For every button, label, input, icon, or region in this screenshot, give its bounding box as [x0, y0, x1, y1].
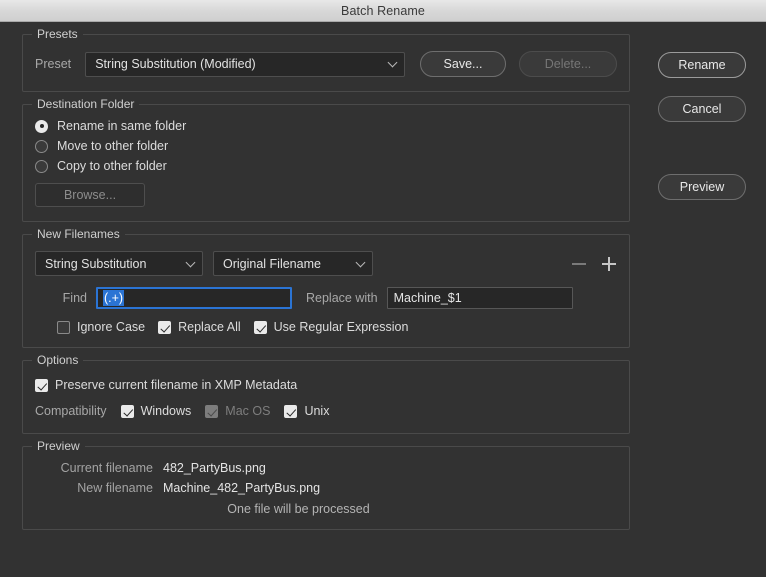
rule-type-value: String Substitution	[45, 256, 147, 271]
window-title: Batch Rename	[341, 3, 425, 18]
options-group-title: Options	[32, 353, 84, 367]
chevron-down-icon	[387, 57, 398, 68]
checkbox-label: Mac OS	[225, 404, 271, 418]
settings-column: Presets Preset String Substitution (Modi…	[22, 27, 630, 530]
window-titlebar: Batch Rename	[0, 0, 766, 22]
find-input[interactable]: (.+)	[96, 287, 292, 309]
checkbox-label: Preserve current filename in XMP Metadat…	[55, 378, 298, 392]
checkbox-indicator	[35, 378, 48, 392]
find-replace-row: Find (.+) Replace with Machine_$1	[35, 287, 617, 309]
checkbox-replace-all[interactable]: Replace All	[158, 320, 241, 334]
browse-button-label: Browse...	[63, 188, 117, 202]
destination-folder-group-title: Destination Folder	[32, 97, 140, 111]
options-group: Options Preserve current filename in XMP…	[22, 353, 630, 434]
checkbox-indicator	[253, 320, 267, 334]
preview-new-filename-label: New filename	[77, 481, 153, 495]
find-replace-options-row: Ignore Case Replace All Use Regular Expr…	[35, 320, 617, 334]
checkbox-indicator	[284, 404, 298, 418]
checkbox-use-regular-expression[interactable]: Use Regular Expression	[253, 320, 409, 334]
radio-indicator	[35, 119, 48, 133]
find-label: Find	[62, 291, 87, 305]
compatibility-label: Compatibility	[35, 404, 107, 418]
destination-folder-group: Destination Folder Rename in same folder…	[22, 97, 630, 222]
preview-group: Preview Current filename 482_PartyBus.pn…	[22, 439, 630, 530]
checkbox-compat-macos: Mac OS	[205, 404, 270, 418]
cancel-button[interactable]: Cancel	[658, 96, 746, 122]
preview-new-filename-row: New filename Machine_482_PartyBus.png	[35, 481, 617, 495]
radio-label: Move to other folder	[57, 139, 169, 153]
preview-group-title: Preview	[32, 439, 85, 453]
checkbox-preserve-filename-xmp[interactable]: Preserve current filename in XMP Metadat…	[35, 378, 297, 392]
radio-move-to-other-folder[interactable]: Move to other folder	[35, 139, 617, 153]
preview-current-filename-label: Current filename	[60, 461, 153, 475]
preview-file-count-note: One file will be processed	[227, 502, 370, 516]
checkbox-label: Windows	[140, 404, 192, 418]
preview-new-filename-value: Machine_482_PartyBus.png	[163, 481, 321, 495]
presets-group: Presets Preset String Substitution (Modi…	[22, 27, 630, 92]
preview-current-filename-row: Current filename 482_PartyBus.png	[35, 461, 617, 475]
batch-rename-dialog: Presets Preset String Substitution (Modi…	[0, 22, 766, 577]
checkbox-label: Replace All	[178, 320, 241, 334]
rename-button-label: Rename	[678, 58, 726, 72]
delete-preset-label: Delete...	[544, 57, 592, 71]
new-filenames-group-title: New Filenames	[32, 227, 125, 241]
chevron-down-icon	[355, 257, 366, 267]
rule-source-select[interactable]: Original Filename	[213, 251, 373, 276]
radio-rename-in-same-folder[interactable]: Rename in same folder	[35, 119, 617, 133]
rule-source-value: Original Filename	[223, 256, 321, 271]
new-filename-rule-row: String Substitution Original Filename	[35, 251, 617, 276]
preset-label: Preset	[35, 57, 72, 71]
preset-select[interactable]: String Substitution (Modified)	[85, 51, 405, 77]
preview-button[interactable]: Preview	[658, 174, 746, 200]
checkbox-ignore-case[interactable]: Ignore Case	[57, 320, 145, 334]
radio-copy-to-other-folder[interactable]: Copy to other folder	[35, 159, 617, 173]
compatibility-row: Compatibility Windows Mac OS Unix	[35, 404, 617, 418]
minus-icon[interactable]	[571, 256, 587, 272]
rule-type-select[interactable]: String Substitution	[35, 251, 203, 276]
replace-with-input[interactable]: Machine_$1	[386, 287, 573, 309]
replace-with-label: Replace with	[306, 291, 378, 305]
checkbox-label: Unix	[304, 404, 330, 418]
radio-label: Copy to other folder	[57, 159, 167, 173]
checkbox-indicator	[57, 320, 70, 334]
radio-indicator	[35, 139, 48, 153]
chevron-down-icon	[185, 257, 196, 267]
cancel-button-label: Cancel	[682, 102, 722, 116]
preserve-filename-row: Preserve current filename in XMP Metadat…	[35, 378, 617, 392]
radio-label: Rename in same folder	[57, 119, 187, 133]
browse-button[interactable]: Browse...	[35, 183, 145, 207]
checkbox-indicator	[120, 404, 134, 418]
checkbox-compat-unix[interactable]: Unix	[284, 404, 329, 418]
save-preset-label: Save...	[443, 57, 483, 71]
checkbox-indicator	[158, 320, 172, 334]
new-filenames-group: New Filenames String Substitution Origin…	[22, 227, 630, 348]
presets-group-title: Presets	[32, 27, 83, 41]
rename-button[interactable]: Rename	[658, 52, 746, 78]
preset-row: Preset String Substitution (Modified) Sa…	[35, 51, 617, 77]
rule-add-remove-controls	[571, 256, 617, 272]
radio-indicator	[35, 159, 48, 173]
preview-button-label: Preview	[679, 180, 725, 194]
action-buttons-column: Rename Cancel Preview	[656, 52, 748, 200]
checkbox-indicator	[205, 404, 219, 418]
delete-preset-button[interactable]: Delete...	[519, 51, 617, 77]
preset-select-value: String Substitution (Modified)	[95, 57, 256, 71]
checkbox-label: Use Regular Expression	[273, 320, 409, 334]
save-preset-button[interactable]: Save...	[420, 51, 506, 77]
checkbox-compat-windows[interactable]: Windows	[120, 404, 192, 418]
find-input-value: (.+)	[103, 290, 125, 306]
checkbox-label: Ignore Case	[77, 320, 146, 334]
plus-icon[interactable]	[601, 256, 617, 272]
preview-current-filename-value: 482_PartyBus.png	[163, 461, 266, 475]
replace-with-value: Machine_$1	[393, 291, 462, 305]
